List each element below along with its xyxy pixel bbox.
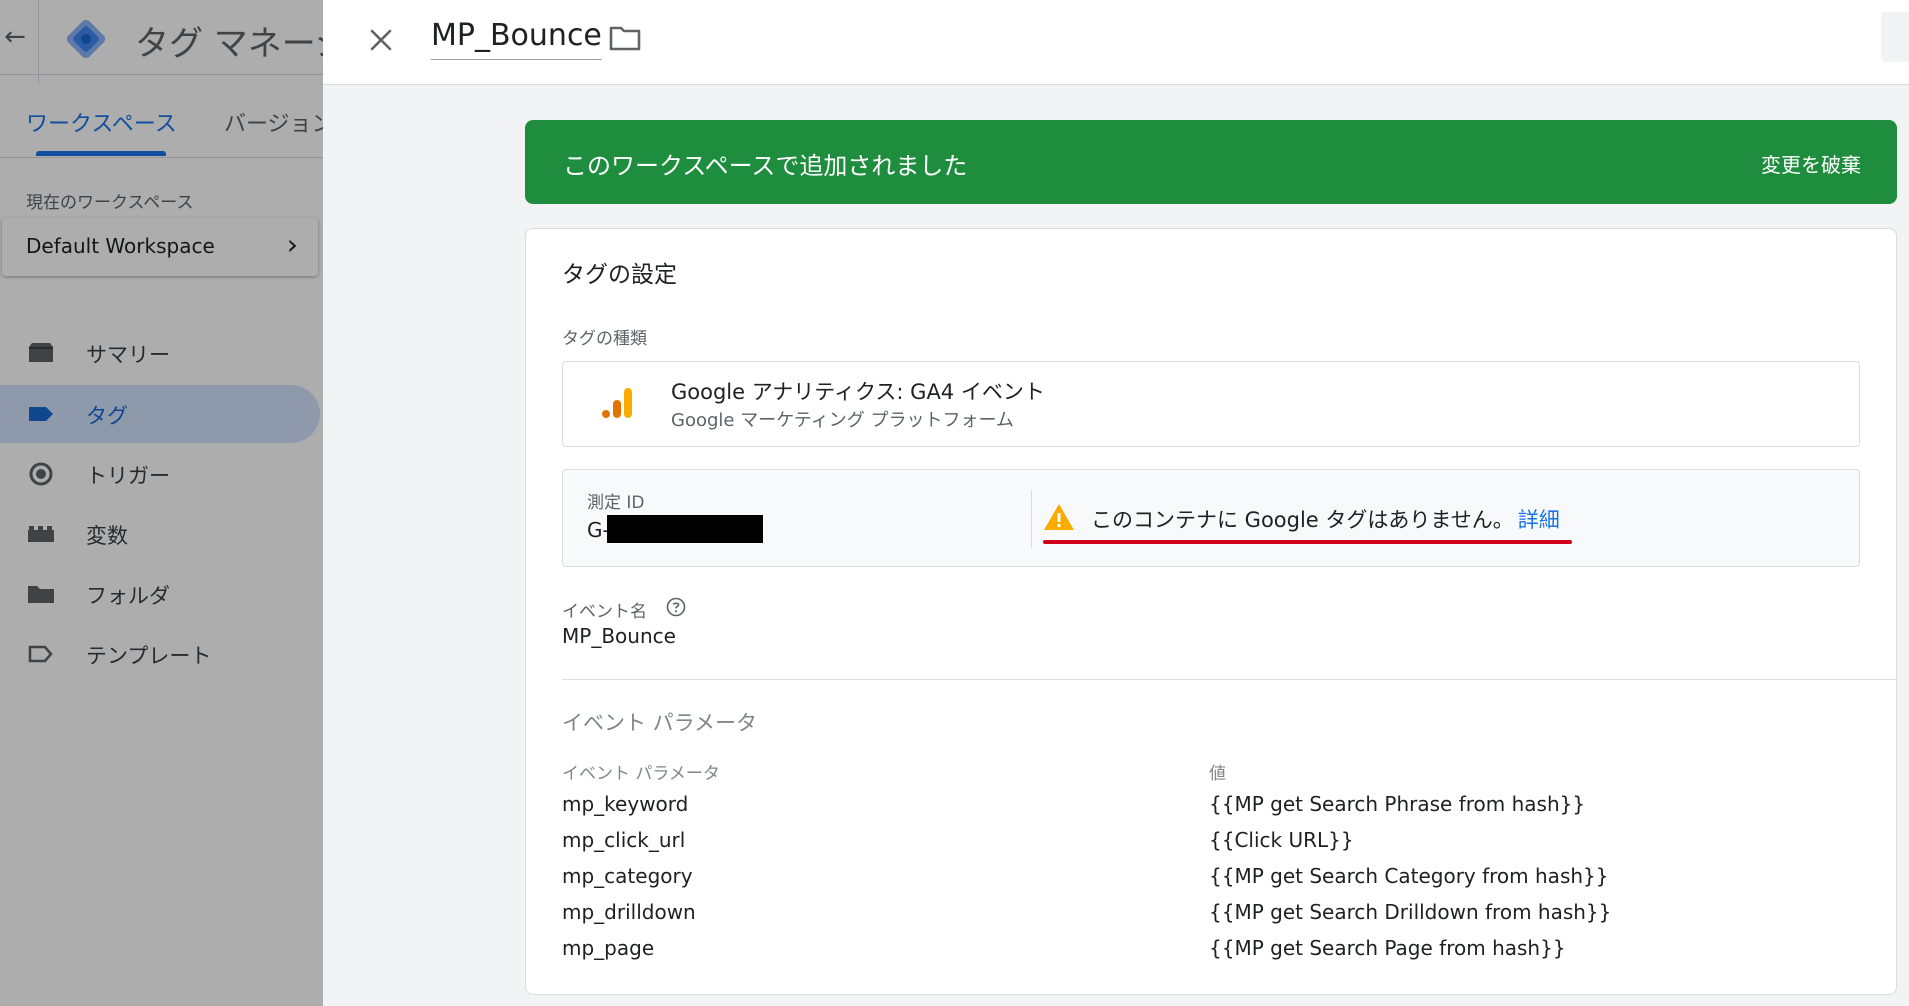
table-row: mp_page {{MP get Search Page from hash}} (562, 936, 1852, 972)
parameter-value: {{MP get Search Drilldown from hash}} (1209, 900, 1612, 924)
banner-message: このワークスペースで追加されました (563, 152, 968, 180)
event-name-value: MP_Bounce (562, 624, 676, 648)
parameter-value: {{MP get Search Page from hash}} (1209, 936, 1566, 960)
analytics-icon (602, 388, 632, 418)
details-link[interactable]: 詳細 (1518, 508, 1560, 532)
help-icon[interactable] (666, 597, 686, 617)
red-underline-annotation (1043, 540, 1572, 544)
tag-type-selector[interactable]: Google アナリティクス: GA4 イベント Google マーケティング … (562, 361, 1860, 447)
event-name-label: イベント名 (562, 602, 647, 622)
column-header-value: 値 (1209, 764, 1226, 784)
measurement-id-label: 測定 ID (587, 493, 645, 513)
parameter-name: mp_category (562, 864, 693, 888)
warning-text: このコンテナに Google タグはありません。 (1091, 508, 1514, 532)
card-title: タグの設定 (562, 262, 677, 288)
table-row: mp_category {{MP get Search Category fro… (562, 864, 1852, 900)
parameter-value: {{Click URL}} (1209, 828, 1354, 852)
tag-configuration-card[interactable]: タグの設定 タグの種類 Google アナリティクス: GA4 イベント Goo… (525, 228, 1897, 995)
close-icon[interactable] (359, 18, 403, 62)
column-header-parameter: イベント パラメータ (562, 764, 720, 784)
parameter-name: mp_click_url (562, 828, 686, 852)
table-row: mp_click_url {{Click URL}} (562, 828, 1852, 864)
warning-icon (1044, 504, 1074, 530)
tag-name-title[interactable]: MP_Bounce (431, 18, 602, 60)
table-row: mp_keyword {{MP get Search Phrase from h… (562, 792, 1852, 828)
folder-icon[interactable] (609, 24, 641, 52)
parameter-value: {{MP get Search Category from hash}} (1209, 864, 1609, 888)
parameter-name: mp_page (562, 936, 655, 960)
tag-editor-panel: MP_Bounce このワークスペースで追加されました 変更を破棄 タグの設定 … (323, 0, 1909, 1006)
measurement-id-box: 測定 ID G- このコンテナに Google タグはありません。 詳細 (562, 469, 1860, 567)
event-parameters-heading: イベント パラメータ (562, 711, 758, 735)
parameter-value: {{MP get Search Phrase from hash}} (1209, 792, 1586, 816)
section-divider (562, 679, 1896, 680)
divider (1031, 490, 1032, 548)
discard-changes-button[interactable]: 変更を破棄 (1761, 149, 1861, 178)
parameter-name: mp_keyword (562, 792, 689, 816)
parameter-name: mp_drilldown (562, 900, 696, 924)
tag-type-vendor: Google マーケティング プラットフォーム (671, 410, 1014, 431)
tag-type-label: タグの種類 (562, 329, 647, 349)
warning-message: このコンテナに Google タグはありません。 詳細 (1091, 504, 1560, 534)
redaction-box (607, 515, 763, 543)
tag-type-name: Google アナリティクス: GA4 イベント (671, 380, 1045, 404)
status-banner: このワークスペースで追加されました 変更を破棄 (525, 120, 1897, 204)
panel-header: MP_Bounce (323, 0, 1909, 85)
save-button[interactable] (1881, 12, 1909, 62)
table-row: mp_drilldown {{MP get Search Drilldown f… (562, 900, 1852, 936)
